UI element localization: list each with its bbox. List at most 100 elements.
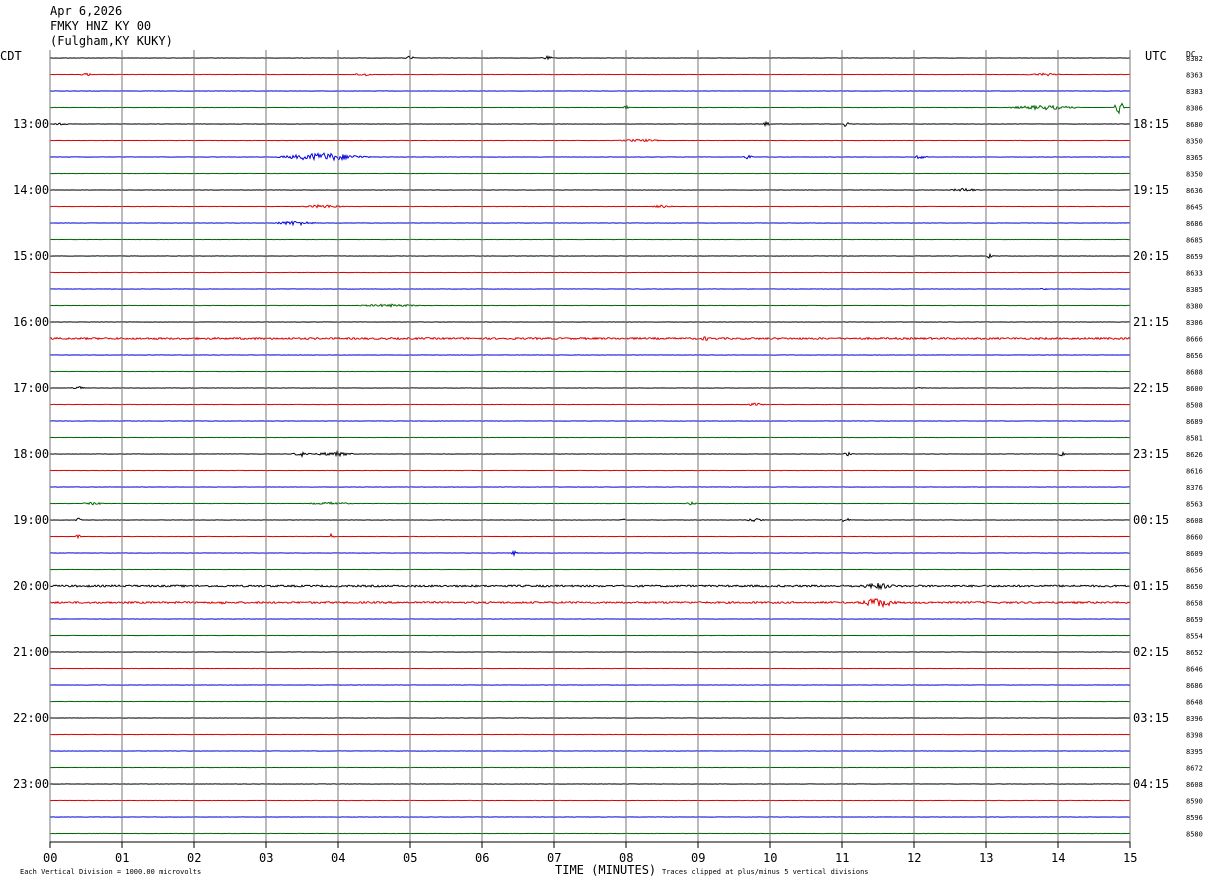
dc-offset-label: 8616 — [1186, 468, 1203, 476]
left-hour-label: 14:00 — [13, 183, 49, 197]
x-tick-labels-group: 00 01 02 03 04 05 06 07 08 09 10 11 12 13 14 15 — [43, 842, 1137, 865]
seismic-trace-5 — [50, 138, 1131, 143]
x-tick-label-13: 13 — [979, 851, 993, 865]
left-hour-label: 15:00 — [13, 249, 49, 263]
left-hour-label: 13:00 — [13, 117, 49, 131]
seismic-trace-20 — [50, 385, 1131, 390]
clip-note: Traces clipped at plus/minus 5 vertical … — [662, 868, 869, 876]
right-hour-label: 23:15 — [1133, 447, 1169, 461]
dc-offset-label: 8686 — [1186, 220, 1203, 228]
seismic-trace-8 — [49, 187, 1130, 192]
left-hour-label: 18:00 — [13, 447, 49, 461]
dc-offset-label: 8363 — [1186, 72, 1203, 80]
dc-offset-label: 8383 — [1186, 88, 1203, 96]
right-hour-label: 02:15 — [1133, 645, 1169, 659]
left-hour-label: 21:00 — [13, 645, 49, 659]
dc-offset-label: 8580 — [1186, 831, 1203, 839]
seismic-trace-9 — [50, 203, 1131, 209]
left-hour-label: 22:00 — [13, 711, 49, 725]
right-hour-label: 19:15 — [1133, 183, 1169, 197]
dc-offset-label: 8685 — [1186, 237, 1203, 245]
seismic-trace-29 — [49, 532, 1131, 540]
seismic-trace-28 — [50, 517, 1131, 523]
seismic-trace-15 — [49, 303, 1130, 308]
dc-offset-label: 8306 — [1186, 319, 1203, 327]
x-tick-label-02: 02 — [187, 851, 201, 865]
x-tick-label-11: 11 — [835, 851, 849, 865]
dc-offset-label: 8590 — [1186, 798, 1203, 806]
dc-offset-label: 8608 — [1186, 517, 1203, 525]
dc-offset-label: 8350 — [1186, 138, 1203, 146]
right-hour-label: 20:15 — [1133, 249, 1169, 263]
seismic-trace-3 — [49, 102, 1131, 115]
dc-offset-label: 8646 — [1186, 666, 1203, 674]
x-tick-label-01: 01 — [115, 851, 129, 865]
x-tick-label-00: 00 — [43, 851, 57, 865]
helicorder-plot: 00 01 02 03 04 05 06 07 08 09 10 11 12 13 14 15 13:0014… — [0, 49, 1203, 877]
dc-offset-label: 8659 — [1186, 253, 1203, 261]
dc-offset-label: 8376 — [1186, 484, 1203, 492]
dc-offset-label: 8686 — [1186, 682, 1203, 690]
seismic-trace-21 — [50, 402, 1131, 406]
dc-offset-label: 8680 — [1186, 121, 1203, 129]
dc-offset-label: 8689 — [1186, 418, 1203, 426]
dc-offset-label: 8380 — [1186, 303, 1203, 311]
x-tick-label-03: 03 — [259, 851, 273, 865]
seismic-trace-17 — [49, 336, 1131, 341]
x-tick-label-14: 14 — [1051, 851, 1065, 865]
dc-offset-label: 8563 — [1186, 501, 1203, 509]
x-tick-label-04: 04 — [331, 851, 345, 865]
right-hour-label: 04:15 — [1133, 777, 1169, 791]
seismic-trace-6 — [49, 152, 1131, 162]
left-hour-label: 20:00 — [13, 579, 49, 593]
seismic-trace-32 — [49, 582, 1131, 591]
x-tick-label-15: 15 — [1123, 851, 1137, 865]
right-hour-label: 21:15 — [1133, 315, 1169, 329]
left-hour-label: 17:00 — [13, 381, 49, 395]
dc-offset-label: 8508 — [1186, 402, 1203, 410]
dc-offset-label: 8648 — [1186, 699, 1203, 707]
dc-offset-label: 8365 — [1186, 154, 1203, 162]
seismic-trace-10 — [49, 220, 1131, 227]
x-tick-label-09: 09 — [691, 851, 705, 865]
seismic-trace-1 — [49, 72, 1130, 77]
right-timezone-label: UTC — [1145, 49, 1167, 63]
dc-offset-label: 8626 — [1186, 451, 1203, 459]
seismic-trace-14 — [49, 288, 1131, 291]
dc-offset-label: 8350 — [1186, 171, 1203, 179]
dc-offset-label: 8608 — [1186, 781, 1203, 789]
right-hour-labels-group: 18:15 19:15 20:15 21:15 22:15 23:15 00:15 01:15… — [1133, 117, 1169, 791]
dc-offset-label: 8658 — [1186, 600, 1203, 608]
right-hour-label: 01:15 — [1133, 579, 1169, 593]
dc-offset-label: 8398 — [1186, 732, 1203, 740]
x-tick-label-10: 10 — [763, 851, 777, 865]
dc-offset-label: 8396 — [1186, 715, 1203, 723]
right-hour-label: 00:15 — [1133, 513, 1169, 527]
x-tick-label-12: 12 — [907, 851, 921, 865]
traces-group — [49, 54, 1131, 835]
seismic-trace-33 — [49, 598, 1131, 609]
seismic-trace-12 — [50, 252, 1130, 259]
seismic-trace-24 — [49, 450, 1130, 459]
left-hour-label: 16:00 — [13, 315, 49, 329]
x-tick-label-05: 05 — [403, 851, 417, 865]
dc-offset-label: 8554 — [1186, 633, 1203, 641]
dc-offset-label: 8636 — [1186, 187, 1203, 195]
dc-offset-label: 8385 — [1186, 286, 1203, 294]
left-timezone-label: CDT — [0, 49, 22, 63]
left-hour-labels-group: 13:00 14:00 15:00 16:00 17:00 18:00 19:00 20:00… — [13, 117, 49, 791]
seismic-trace-0 — [49, 54, 1131, 61]
dc-offset-labels-group: 8382836383838306868083508365835086368645… — [1186, 55, 1203, 839]
dc-offset-label: 8645 — [1186, 204, 1203, 212]
right-hour-label: 22:15 — [1133, 381, 1169, 395]
dc-offset-label: 8650 — [1186, 583, 1203, 591]
x-tick-label-06: 06 — [475, 851, 489, 865]
dc-offset-label: 8672 — [1186, 765, 1203, 773]
dc-offset-label: 8306 — [1186, 105, 1203, 113]
scale-note: Each Vertical Division = 1000.00 microvo… — [20, 868, 201, 876]
dc-offset-label: 8656 — [1186, 567, 1203, 575]
dc-offset-label: 8666 — [1186, 336, 1203, 344]
right-hour-label: 18:15 — [1133, 117, 1169, 131]
dc-offset-label: 8581 — [1186, 435, 1203, 443]
x-axis-title: TIME (MINUTES) — [555, 863, 656, 877]
